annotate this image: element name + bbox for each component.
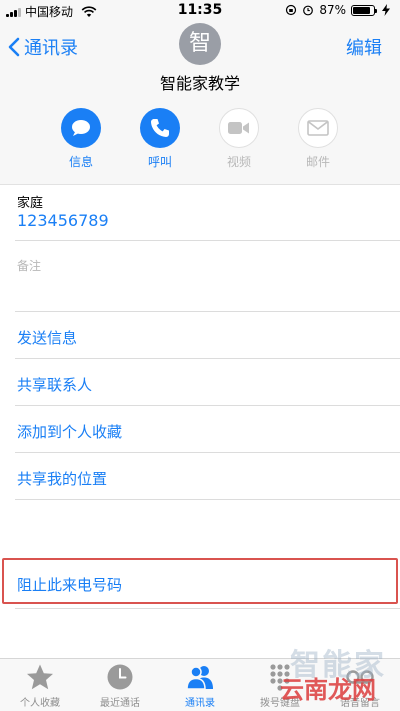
tab-recents-label: 最近通话 xyxy=(100,698,140,709)
message-action[interactable]: 信息 xyxy=(51,108,111,170)
tab-voicemail-label: 语音留言 xyxy=(340,698,380,709)
chevron-left-icon xyxy=(8,37,20,57)
mail-action-label: 邮件 xyxy=(305,155,330,169)
video-icon xyxy=(228,122,249,134)
mail-action: 邮件 xyxy=(288,108,348,170)
phone-label: 家庭 xyxy=(17,196,44,211)
battery-icon xyxy=(351,4,377,16)
voicemail-icon xyxy=(346,670,374,684)
battery-percent: 87% xyxy=(319,3,346,17)
video-action: 视频 xyxy=(209,108,269,170)
add-to-favorites-option[interactable]: 添加到个人收藏 xyxy=(17,421,122,442)
mail-icon xyxy=(307,120,329,136)
status-right: 87% xyxy=(285,3,392,17)
divider xyxy=(15,499,400,500)
alarm-icon xyxy=(303,5,314,16)
orientation-lock-icon xyxy=(286,4,297,16)
notes-label: 备注 xyxy=(17,259,42,273)
message-icon xyxy=(72,120,90,136)
video-action-label: 视频 xyxy=(226,155,251,169)
tab-recents[interactable]: 最近通话 xyxy=(80,663,160,709)
tab-keypad[interactable]: 拨号键盘 xyxy=(240,663,320,709)
status-bar: 中国移动 11:35 87% xyxy=(0,0,400,22)
tab-favorites-label: 个人收藏 xyxy=(20,698,60,709)
tab-contacts[interactable]: 通讯录 xyxy=(160,663,240,709)
contact-name: 智能家教学 xyxy=(159,74,240,93)
share-contact-option[interactable]: 共享联系人 xyxy=(17,374,92,395)
edit-button[interactable]: 编辑 xyxy=(346,34,382,60)
share-location-option[interactable]: 共享我的位置 xyxy=(17,468,107,489)
tab-bar: 个人收藏 最近通话 通讯录 拨号键盘 语音留言 xyxy=(0,658,400,711)
divider xyxy=(15,240,400,241)
tab-keypad-label: 拨号键盘 xyxy=(260,698,300,709)
back-label: 通讯录 xyxy=(24,38,78,59)
divider xyxy=(15,358,400,359)
divider xyxy=(15,405,400,406)
divider xyxy=(15,452,400,453)
back-button[interactable]: 通讯录 xyxy=(8,34,78,60)
divider xyxy=(15,608,400,609)
send-message-option[interactable]: 发送信息 xyxy=(17,327,77,348)
divider xyxy=(15,311,400,312)
star-icon xyxy=(27,664,53,690)
clock-icon xyxy=(107,664,133,690)
tab-contacts-label: 通讯录 xyxy=(185,698,215,709)
charging-icon xyxy=(382,4,390,16)
call-action[interactable]: 呼叫 xyxy=(130,108,190,170)
call-action-label: 呼叫 xyxy=(147,155,172,169)
keypad-icon xyxy=(270,664,290,691)
avatar: 智 xyxy=(179,23,221,65)
block-caller-option[interactable]: 阻止此来电号码 xyxy=(17,574,122,595)
tab-voicemail[interactable]: 语音留言 xyxy=(320,663,400,709)
message-action-label: 信息 xyxy=(68,155,93,169)
phone-icon xyxy=(151,119,169,137)
phone-number[interactable]: 123456789 xyxy=(17,211,109,230)
tab-favorites[interactable]: 个人收藏 xyxy=(0,663,80,709)
contacts-icon xyxy=(186,666,213,690)
